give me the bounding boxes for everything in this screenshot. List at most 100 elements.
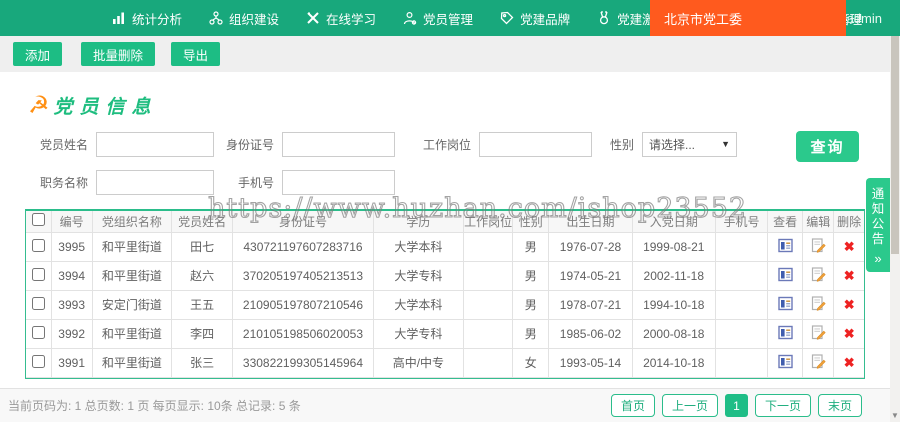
gender-select-value: 请选择... bbox=[649, 136, 695, 153]
cell-name: 李四 bbox=[172, 319, 233, 348]
cell-org: 和平里街道 bbox=[92, 261, 171, 290]
row-select-cell bbox=[26, 261, 51, 290]
notice-tab[interactable]: 通知公告 » bbox=[866, 178, 890, 272]
col-education: 学历 bbox=[373, 211, 463, 232]
first-page-button[interactable]: 首页 bbox=[611, 394, 655, 417]
col-birthdate: 出生日期 bbox=[549, 211, 632, 232]
view-icon[interactable] bbox=[778, 325, 793, 340]
nav-label: 党建品牌 bbox=[520, 9, 570, 28]
scrollbar-thumb[interactable] bbox=[891, 36, 899, 254]
export-button[interactable]: 导出 bbox=[171, 42, 220, 66]
table-row: 3995 和平里街道 田七 430721197607283716 大学本科 男 … bbox=[26, 232, 864, 261]
party-emblem-icon: ☭ bbox=[28, 95, 50, 117]
edit-icon[interactable] bbox=[811, 354, 826, 369]
cell-idcard: 210105198506020053 bbox=[233, 319, 374, 348]
nav-item-online-learning[interactable]: 在线学习 bbox=[306, 9, 376, 28]
view-icon[interactable] bbox=[778, 267, 793, 282]
row-checkbox[interactable] bbox=[32, 239, 45, 252]
cell-workpost bbox=[464, 261, 513, 290]
cell-gender: 男 bbox=[513, 319, 549, 348]
cell-phone bbox=[715, 232, 767, 261]
work-post-input[interactable] bbox=[479, 132, 592, 157]
row-checkbox[interactable] bbox=[32, 297, 45, 310]
delete-icon[interactable]: ✖ bbox=[844, 326, 855, 341]
nav-item-member-management[interactable]: 党员管理 bbox=[403, 9, 473, 28]
view-icon[interactable] bbox=[778, 354, 793, 369]
nav-item-brand[interactable]: 党建品牌 bbox=[500, 9, 570, 28]
nav-label: 组织建设 bbox=[229, 9, 279, 28]
col-idcard: 身份证号 bbox=[233, 211, 374, 232]
cell-birthdate: 1985-06-02 bbox=[549, 319, 632, 348]
col-view: 查看 bbox=[768, 211, 803, 232]
row-select-cell bbox=[26, 348, 51, 377]
delete-icon[interactable]: ✖ bbox=[844, 355, 855, 370]
table-row: 3991 和平里街道 张三 330822199305145964 高中/中专 女… bbox=[26, 348, 864, 377]
pagination-buttons: 首页 上一页 1 下一页 末页 bbox=[611, 394, 862, 417]
delete-icon[interactable]: ✖ bbox=[844, 297, 855, 312]
next-page-button[interactable]: 下一页 bbox=[755, 394, 811, 417]
vertical-scrollbar: ▼ bbox=[890, 36, 900, 422]
cell-idcard: 370205197405213513 bbox=[233, 261, 374, 290]
cell-phone bbox=[715, 319, 767, 348]
table-body: 3995 和平里街道 田七 430721197607283716 大学本科 男 … bbox=[26, 232, 864, 377]
nav-item-organization[interactable]: 组织建设 bbox=[209, 9, 279, 28]
last-page-button[interactable]: 末页 bbox=[818, 394, 862, 417]
cell-workpost bbox=[464, 319, 513, 348]
nav-item-statistics[interactable]: 统计分析 bbox=[112, 9, 182, 28]
cell-birthdate: 1978-07-21 bbox=[549, 290, 632, 319]
col-gender: 性别 bbox=[513, 211, 549, 232]
table-header-row: 编号 党组织名称 党员姓名 身份证号 学历 工作岗位 性别 出生日期 入党日期 … bbox=[26, 211, 864, 232]
id-card-input[interactable] bbox=[282, 132, 395, 157]
col-phone: 手机号 bbox=[715, 211, 767, 232]
delete-icon[interactable]: ✖ bbox=[844, 239, 855, 254]
edit-icon[interactable] bbox=[811, 296, 826, 311]
edit-icon[interactable] bbox=[811, 267, 826, 282]
add-button[interactable]: 添加 bbox=[13, 42, 62, 66]
row-select-cell bbox=[26, 319, 51, 348]
cell-org: 和平里街道 bbox=[92, 232, 171, 261]
duty-name-input[interactable] bbox=[96, 170, 214, 195]
col-edit: 编辑 bbox=[803, 211, 834, 232]
org-structure-icon bbox=[209, 11, 223, 25]
batch-delete-button[interactable]: 批量删除 bbox=[81, 42, 155, 66]
row-checkbox[interactable] bbox=[32, 355, 45, 368]
prev-page-button[interactable]: 上一页 bbox=[662, 394, 718, 417]
query-button[interactable]: 查询 bbox=[796, 131, 859, 162]
cell-education: 大学本科 bbox=[373, 232, 463, 261]
row-checkbox[interactable] bbox=[32, 268, 45, 281]
cell-joindate: 2002-11-18 bbox=[632, 261, 715, 290]
cell-gender: 男 bbox=[513, 232, 549, 261]
cell-birthdate: 1976-07-28 bbox=[549, 232, 632, 261]
panel-title-row: ☭ 党员信息 bbox=[28, 92, 890, 119]
gender-select[interactable]: 请选择... ▼ bbox=[642, 132, 737, 157]
current-page-button[interactable]: 1 bbox=[725, 394, 748, 417]
edit-icon[interactable] bbox=[811, 238, 826, 253]
crossed-pens-icon bbox=[306, 11, 320, 25]
view-icon[interactable] bbox=[778, 238, 793, 253]
search-row-1: 党员姓名 身份证号 工作岗位 性别 请选择... ▼ bbox=[10, 131, 890, 157]
member-name-input[interactable] bbox=[96, 132, 214, 157]
col-workpost: 工作岗位 bbox=[464, 211, 513, 232]
delete-icon[interactable]: ✖ bbox=[844, 268, 855, 283]
members-table-wrap: 编号 党组织名称 党员姓名 身份证号 学历 工作岗位 性别 出生日期 入党日期 … bbox=[25, 209, 865, 379]
cell-education: 大学专科 bbox=[373, 319, 463, 348]
phone-input[interactable] bbox=[282, 170, 395, 195]
row-checkbox[interactable] bbox=[32, 326, 45, 339]
select-all-checkbox[interactable] bbox=[32, 213, 45, 226]
cell-joindate: 2000-08-18 bbox=[632, 319, 715, 348]
pagination-bar: 当前页码为: 1 总页数: 1 页 每页显示: 10条 总记录: 5 条 首页 … bbox=[0, 388, 890, 422]
cell-name: 张三 bbox=[172, 348, 233, 377]
user-menu[interactable]: admin bbox=[847, 0, 882, 36]
scrollbar-down-arrow[interactable]: ▼ bbox=[890, 411, 900, 420]
gender-label: 性别 bbox=[608, 136, 634, 153]
view-icon[interactable] bbox=[778, 296, 793, 311]
double-chevron-right-icon: » bbox=[866, 251, 890, 266]
col-joindate: 入党日期 bbox=[632, 211, 715, 232]
id-card-label: 身份证号 bbox=[224, 136, 274, 153]
cell-gender: 男 bbox=[513, 290, 549, 319]
table-row: 3993 安定门街道 王五 210905197807210546 大学本科 男 … bbox=[26, 290, 864, 319]
col-id: 编号 bbox=[51, 211, 92, 232]
cell-education: 大学专科 bbox=[373, 261, 463, 290]
edit-icon[interactable] bbox=[811, 325, 826, 340]
table-row: 3992 和平里街道 李四 210105198506020053 大学专科 男 … bbox=[26, 319, 864, 348]
